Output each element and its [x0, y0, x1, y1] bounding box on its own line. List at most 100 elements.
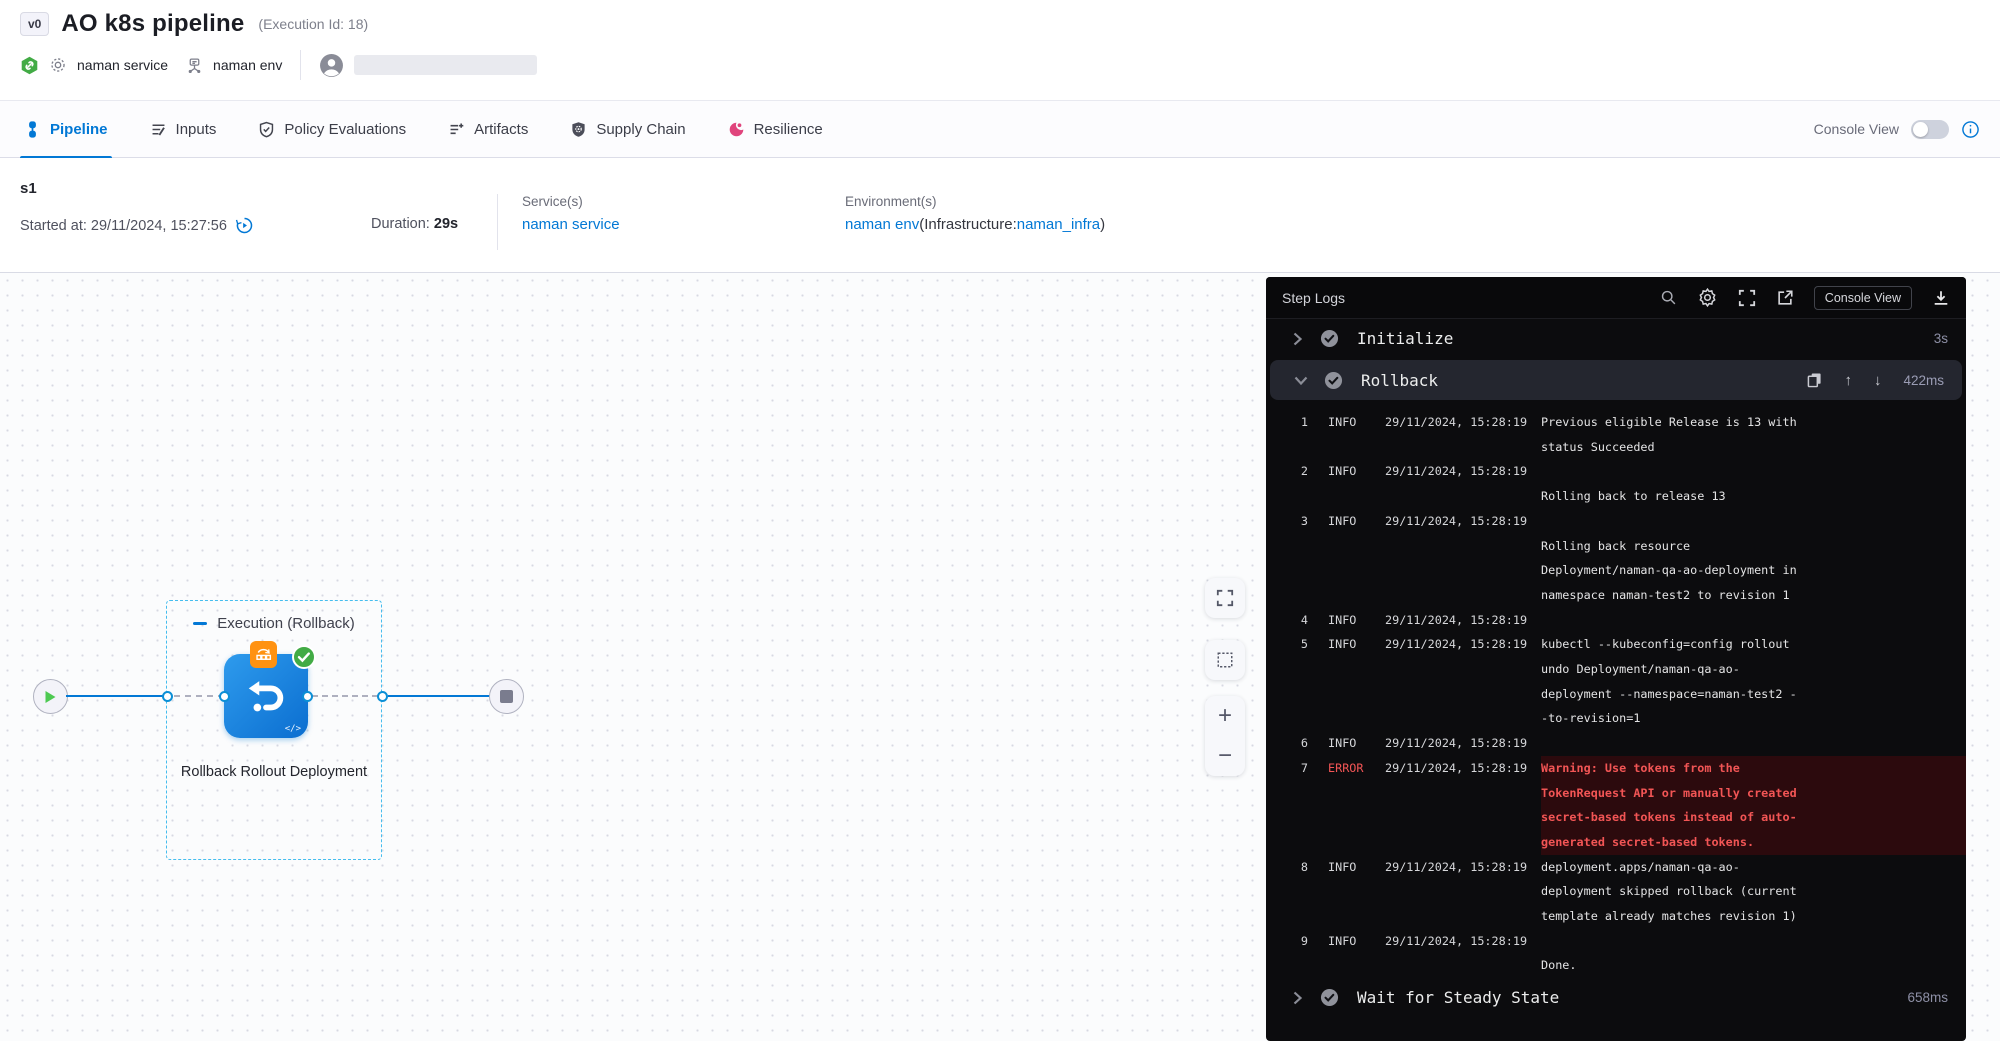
canvas-select-button[interactable] [1205, 640, 1245, 680]
edge-group-to-end [388, 695, 491, 697]
log-entry: 8INFO29/11/2024, 15:28:19deployment.apps… [1266, 855, 1966, 929]
step-duration: 3s [1934, 331, 1948, 346]
infra-suffix: ) [1100, 216, 1105, 233]
log-line-number: 2 [1290, 459, 1308, 484]
open-in-new-icon[interactable] [1776, 289, 1794, 307]
console-view-toggle-label: Console View [1814, 121, 1899, 137]
tab-label: Policy Evaluations [284, 121, 406, 138]
group-left-port[interactable] [162, 691, 173, 702]
user-avatar-icon [319, 53, 344, 78]
pipeline-start-node[interactable] [33, 679, 68, 714]
execution-group-label: Execution (Rollback) [217, 615, 355, 632]
tab-pipeline[interactable]: Pipeline [20, 101, 112, 158]
tab-supply-chain[interactable]: Supply Chain [566, 101, 689, 158]
log-timestamp: 29/11/2024, 15:28:19 [1385, 756, 1528, 781]
execution-id: (Execution Id: 18) [258, 16, 368, 32]
step-name: Initialize [1357, 329, 1453, 348]
log-timestamp: 29/11/2024, 15:28:19 [1385, 855, 1528, 880]
step-row-initialize[interactable]: Initialize 3s [1266, 319, 1966, 358]
log-search-icon[interactable] [1660, 289, 1677, 306]
canvas-fullscreen-button[interactable] [1205, 578, 1245, 618]
node-left-port[interactable] [219, 691, 230, 702]
duration-value: 29s [434, 216, 458, 232]
log-console-view-button[interactable]: Console View [1814, 286, 1912, 310]
log-level: INFO [1328, 410, 1372, 435]
duration-label: Duration: [371, 216, 434, 232]
log-line-number: 5 [1290, 632, 1308, 657]
rollback-arrow-icon [243, 673, 289, 719]
environment-link[interactable]: naman env [845, 216, 919, 233]
tab-label: Supply Chain [596, 121, 685, 138]
log-entry: 7ERROR29/11/2024, 15:28:19Warning: Use t… [1266, 756, 1966, 855]
tab-label: Inputs [176, 121, 217, 138]
infrastructure-link[interactable]: naman_infra [1017, 216, 1100, 233]
log-line-number: 8 [1290, 855, 1308, 880]
scroll-down-icon[interactable]: ↓ [1874, 372, 1882, 389]
tab-bar: Pipeline Inputs Policy Evaluations Artif… [0, 101, 2000, 158]
step-duration: 658ms [1907, 990, 1948, 1005]
service-gear-icon [49, 56, 67, 74]
services-label: Service(s) [522, 194, 620, 209]
tab-policy-evaluations[interactable]: Policy Evaluations [254, 101, 410, 158]
supply-chain-shield-icon [570, 121, 587, 138]
copy-logs-icon[interactable] [1807, 372, 1822, 388]
rollback-step-node[interactable]: </> [224, 654, 308, 738]
log-level: INFO [1328, 608, 1372, 633]
header-divider [300, 50, 301, 80]
step-logs-panel: Step Logs Console View Initialize 3s Rol… [1266, 277, 1966, 1041]
service-link[interactable]: naman service [522, 216, 620, 233]
scroll-up-icon[interactable]: ↑ [1844, 372, 1852, 389]
zoom-in-button[interactable]: + [1218, 704, 1232, 728]
download-logs-icon[interactable] [1932, 289, 1950, 307]
console-view-toggle[interactable] [1911, 120, 1949, 139]
step-success-icon [1320, 329, 1339, 348]
node-right-port[interactable] [302, 691, 313, 702]
log-message: Rolling back to release 13 [1541, 459, 1966, 508]
chevron-down-icon[interactable] [1292, 376, 1310, 385]
header-service-name: naman service [77, 57, 168, 73]
log-entry: 9INFO29/11/2024, 15:28:19 Done. [1266, 929, 1966, 978]
tab-inputs[interactable]: Inputs [146, 101, 221, 158]
step-logs-header: Step Logs Console View [1266, 277, 1966, 319]
log-level: INFO [1328, 855, 1372, 880]
group-right-port[interactable] [377, 691, 388, 702]
step-row-wait-for-steady-state[interactable]: Wait for Steady State 658ms [1266, 978, 1966, 1017]
chevron-right-icon[interactable] [1288, 991, 1306, 1005]
log-entries[interactable]: 1INFO29/11/2024, 15:28:19Previous eligib… [1266, 402, 1966, 978]
zoom-out-button[interactable]: − [1218, 744, 1232, 768]
log-line-number: 7 [1290, 756, 1308, 781]
step-row-rollback[interactable]: Rollback ↑ ↓ 422ms [1270, 360, 1962, 400]
list-plus-icon [448, 121, 465, 138]
chevron-right-icon[interactable] [1288, 332, 1306, 346]
log-line-number: 9 [1290, 929, 1308, 954]
log-line-number: 6 [1290, 731, 1308, 756]
log-message: Rolling back resource Deployment/naman-q… [1541, 509, 1966, 608]
shield-check-icon [258, 121, 275, 138]
log-message: Previous eligible Release is 13 with sta… [1541, 410, 1966, 459]
collapse-minus-icon[interactable] [193, 622, 207, 626]
log-settings-gear-icon[interactable] [1697, 287, 1718, 308]
log-line-number: 4 [1290, 608, 1308, 633]
step-success-icon [1320, 988, 1339, 1007]
marquee-select-icon [1216, 651, 1234, 669]
tab-resilience[interactable]: Resilience [724, 101, 827, 158]
stage-duration: Duration: 29s [371, 216, 458, 232]
resilience-chaos-icon [728, 121, 745, 138]
edge-start-to-group [66, 695, 168, 697]
toggle-knob [1913, 122, 1928, 137]
pipeline-end-node[interactable] [489, 679, 524, 714]
redacted-user-email [354, 55, 537, 75]
log-level: INFO [1328, 731, 1372, 756]
play-icon [44, 690, 57, 704]
log-timestamp: 29/11/2024, 15:28:19 [1385, 632, 1528, 657]
tab-label: Resilience [754, 121, 823, 138]
history-icon[interactable] [235, 216, 254, 235]
log-timestamp: 29/11/2024, 15:28:19 [1385, 731, 1528, 756]
info-icon[interactable] [1961, 120, 1980, 139]
stage-summary-bar: s1 Started at: 29/11/2024, 15:27:56 Dura… [0, 158, 2000, 273]
log-timestamp: 29/11/2024, 15:28:19 [1385, 929, 1528, 954]
log-fullscreen-icon[interactable] [1738, 289, 1756, 307]
tab-artifacts[interactable]: Artifacts [444, 101, 532, 158]
infra-prefix: (Infrastructure: [919, 216, 1017, 233]
inputs-icon [150, 121, 167, 138]
